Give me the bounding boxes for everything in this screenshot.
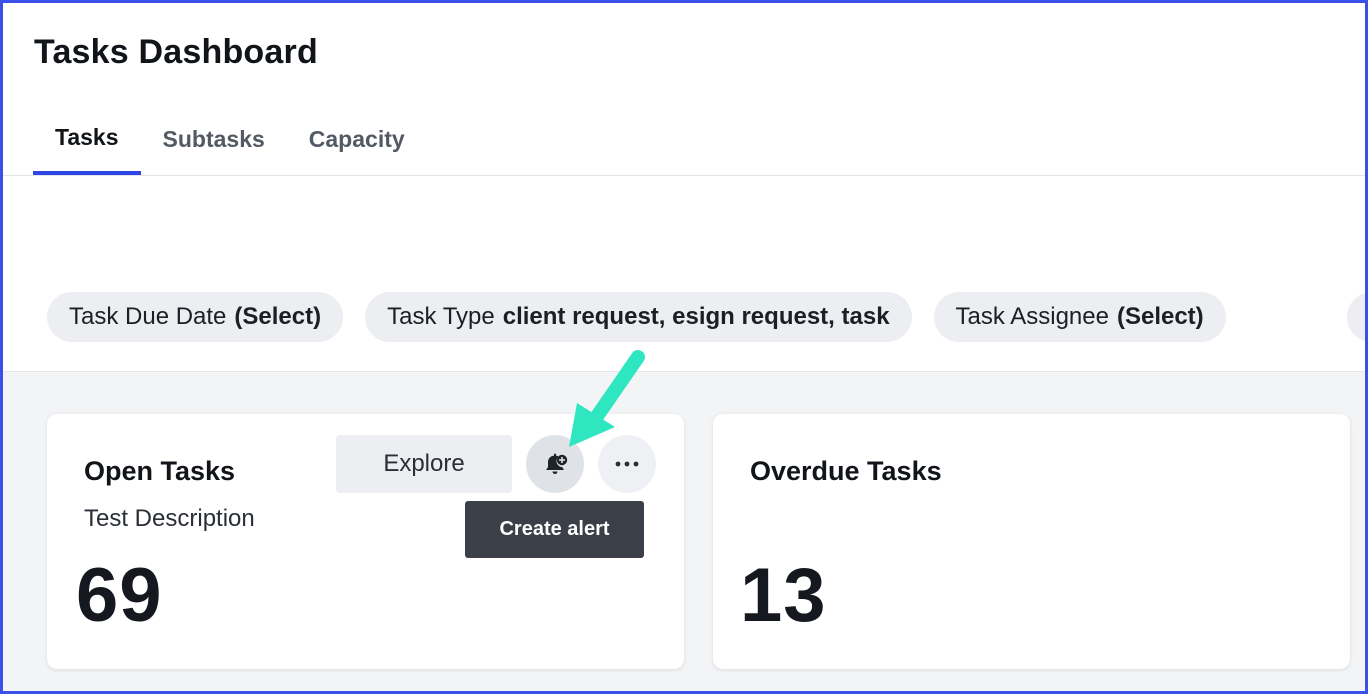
card-title: Open Tasks <box>84 456 236 486</box>
overdue-tasks-card: Overdue Tasks 13 <box>713 414 1350 669</box>
filter-chip-task-due-date[interactable]: Task Due Date (Select) <box>47 292 344 342</box>
card-title: Overdue Tasks <box>750 456 942 486</box>
card-value: 13 <box>740 553 827 638</box>
tab-subtasks[interactable]: Subtasks <box>141 103 287 175</box>
bell-plus-icon <box>546 453 568 474</box>
tab-capacity[interactable]: Capacity <box>287 103 427 175</box>
create-alert-button[interactable] <box>526 435 584 493</box>
more-options-button[interactable] <box>598 435 656 493</box>
card-value: 69 <box>76 553 163 638</box>
dashboard-content: Open Tasks Test Description 69 Explore C… <box>3 371 1365 691</box>
create-alert-tooltip: Create alert <box>465 501 644 558</box>
filter-bar: Task Due Date (Select) Task Type client … <box>47 292 1226 342</box>
filter-value: (Select) <box>1116 303 1204 330</box>
dashboard-header: Tasks Dashboard Tasks Subtasks Capacity … <box>3 3 1365 373</box>
page-title: Tasks Dashboard <box>34 33 318 71</box>
filter-value: client request, esign request, task <box>502 303 890 330</box>
open-tasks-card: Open Tasks Test Description 69 Explore C… <box>47 414 684 669</box>
filter-chip-task-type[interactable]: Task Type client request, esign request,… <box>365 292 912 342</box>
tab-tasks[interactable]: Tasks <box>33 103 141 175</box>
card-description: Test Description <box>84 505 255 532</box>
filter-value: (Select) <box>234 303 322 330</box>
explore-button[interactable]: Explore <box>336 435 512 493</box>
tab-bar: Tasks Subtasks Capacity <box>33 103 427 176</box>
filter-chip-task-assignee[interactable]: Task Assignee (Select) <box>933 292 1226 342</box>
tabs-divider <box>3 175 1365 176</box>
filter-name: Task Due Date <box>69 303 227 330</box>
more-horizontal-icon <box>615 461 639 467</box>
filter-chip-overflow[interactable] <box>1347 292 1365 342</box>
app-frame: Tasks Dashboard Tasks Subtasks Capacity … <box>0 0 1368 694</box>
filter-name: Task Assignee <box>955 303 1109 330</box>
filter-name: Task Type <box>387 303 495 330</box>
